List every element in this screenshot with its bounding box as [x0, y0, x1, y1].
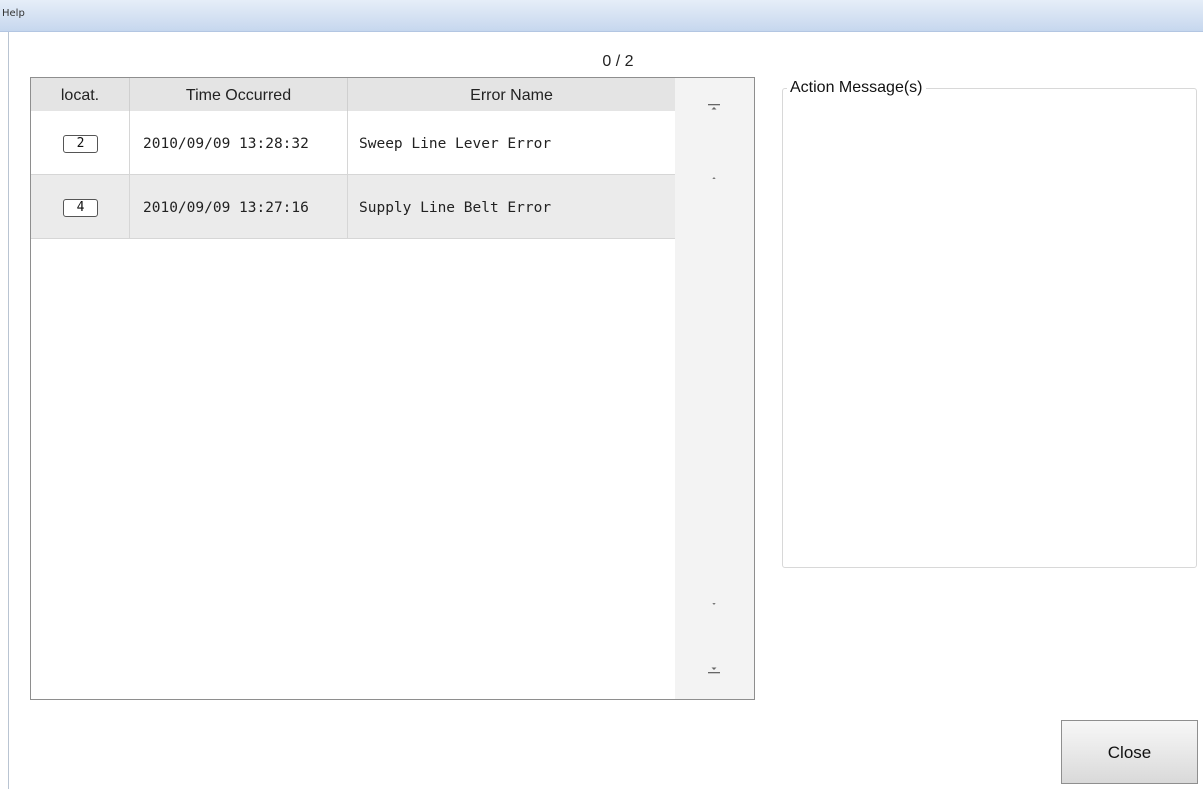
location-cell: 2 — [31, 111, 130, 174]
scroll-top-icon — [708, 104, 720, 110]
header-error-name: Error Name — [470, 87, 553, 104]
error-name: Sweep Line Lever Error — [359, 136, 552, 152]
scroll-column — [675, 78, 754, 699]
error-table: locat. Time Occurred Error Name 2 2010/0… — [30, 77, 755, 700]
action-messages-panel: Action Message(s) — [782, 79, 1197, 568]
error-cell: Supply Line Belt Error — [348, 175, 675, 238]
scroll-up-icon — [712, 177, 716, 179]
window-title: Help — [2, 8, 25, 19]
error-name: Supply Line Belt Error — [359, 200, 552, 216]
scroll-bottom-icon — [708, 667, 720, 674]
scroll-top-button[interactable] — [675, 88, 754, 128]
title-bar: Help — [0, 0, 1203, 32]
error-cell: Sweep Line Lever Error — [348, 111, 675, 174]
table-row[interactable]: 2 2010/09/09 13:28:32 Sweep Line Lever E… — [31, 111, 675, 175]
time-cell: 2010/09/09 13:27:16 — [130, 175, 348, 238]
time-cell: 2010/09/09 13:28:32 — [130, 111, 348, 174]
scroll-up-button[interactable] — [675, 158, 754, 198]
location-badge: 2 — [63, 135, 98, 153]
scroll-down-button[interactable] — [675, 584, 754, 624]
location-cell: 4 — [31, 175, 130, 238]
location-badge: 4 — [63, 199, 98, 217]
table-row[interactable]: 4 2010/09/09 13:27:16 Supply Line Belt E… — [31, 175, 675, 239]
window-left-border — [8, 32, 9, 789]
table-header: locat. Time Occurred Error Name — [31, 78, 675, 112]
record-counter: 0 / 2 — [602, 53, 634, 70]
time-occurred: 2010/09/09 13:27:16 — [143, 200, 309, 216]
scroll-bottom-button[interactable] — [675, 650, 754, 690]
header-location: locat. — [31, 78, 130, 111]
scroll-down-icon — [712, 603, 716, 605]
time-occurred: 2010/09/09 13:28:32 — [143, 136, 309, 152]
header-time-occurred: Time Occurred — [130, 78, 348, 111]
action-messages-label: Action Message(s) — [787, 79, 926, 97]
close-button[interactable]: Close — [1061, 720, 1198, 784]
